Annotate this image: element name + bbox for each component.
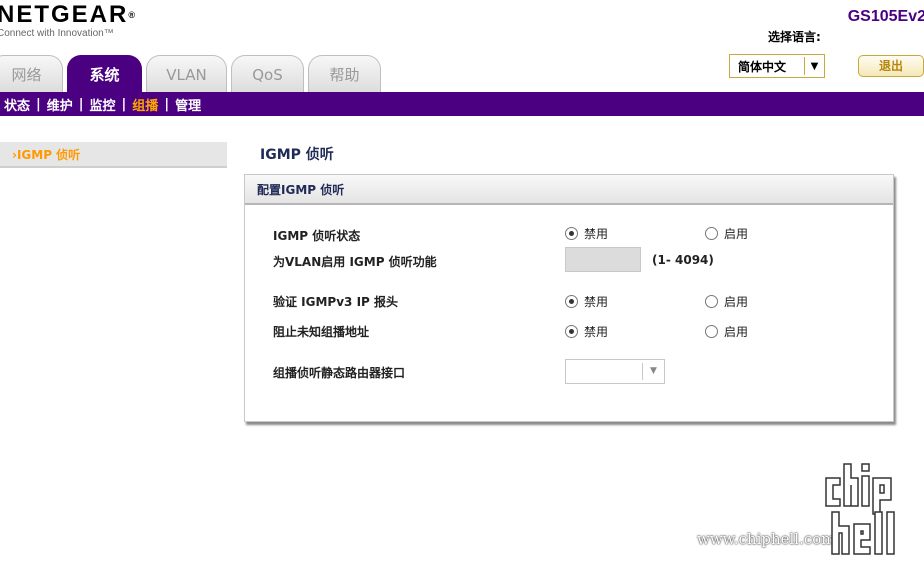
radio-label: 禁用 bbox=[584, 325, 609, 339]
vlan-enable-label: 为VLAN启用 IGMP 侦听功能 bbox=[273, 255, 437, 269]
block-unknown-disable-radio[interactable]: 禁用 bbox=[565, 323, 608, 340]
subnav-status[interactable]: 状态 bbox=[4, 95, 30, 114]
static-router-port-select[interactable]: ▼ bbox=[565, 359, 665, 384]
tab-vlan[interactable]: VLAN bbox=[146, 55, 227, 93]
igmp-status-enable-radio[interactable]: 启用 bbox=[705, 225, 748, 242]
tab-help[interactable]: 帮助 bbox=[308, 55, 381, 93]
radio-label: 禁用 bbox=[584, 227, 609, 241]
chiphell-watermark-logo bbox=[825, 463, 895, 555]
radio-unselected-icon[interactable] bbox=[705, 295, 718, 308]
tab-qos[interactable]: QoS bbox=[231, 55, 304, 93]
radio-selected-icon[interactable] bbox=[565, 295, 578, 308]
radio-unselected-icon[interactable] bbox=[705, 325, 718, 338]
subnav-separator: | bbox=[36, 96, 41, 112]
tab-system[interactable]: 系统 bbox=[67, 55, 142, 93]
sidebar-item-igmp-snooping[interactable]: ›IGMP 侦听 bbox=[0, 142, 227, 168]
validate-igmpv3-label: 验证 IGMPv3 IP 报头 bbox=[273, 295, 399, 309]
block-unknown-multicast-label: 阻止未知组播地址 bbox=[273, 325, 370, 339]
radio-label: 启用 bbox=[724, 295, 749, 309]
logo-text: NETGEAR bbox=[0, 1, 129, 28]
radio-label: 禁用 bbox=[584, 295, 609, 309]
igmp-status-disable-radio[interactable]: 禁用 bbox=[565, 225, 608, 242]
radio-label: 启用 bbox=[724, 325, 749, 339]
block-unknown-enable-radio[interactable]: 启用 bbox=[705, 323, 748, 340]
subnav-separator: | bbox=[121, 96, 127, 112]
vlan-range-hint: (1- 4094) bbox=[652, 253, 714, 267]
dropdown-arrow-icon[interactable]: ▼ bbox=[804, 57, 824, 75]
panel-title: 配置IGMP 侦听 bbox=[245, 175, 893, 205]
language-select[interactable]: 简体中文 ▼ bbox=[729, 54, 825, 78]
radio-selected-icon[interactable] bbox=[565, 325, 578, 338]
model-name: GS105Ev2 bbox=[847, 8, 924, 25]
logo-tagline: Connect with Innovation™ bbox=[0, 28, 114, 39]
igmp-config-panel: 配置IGMP 侦听 IGMP 侦听状态 禁用 启用 为VLAN启用 IGMP 侦… bbox=[244, 174, 894, 422]
sub-navigation-bar: 状态 | 维护 | 监控 | 组播 | 管理 bbox=[0, 92, 924, 116]
tab-network[interactable]: 网络 bbox=[0, 55, 63, 93]
radio-unselected-icon[interactable] bbox=[705, 227, 718, 240]
logo-registered-mark: ® bbox=[128, 10, 135, 20]
subnav-maintenance[interactable]: 维护 bbox=[47, 95, 73, 114]
validate-igmpv3-enable-radio[interactable]: 启用 bbox=[705, 293, 748, 310]
watermark-url: www.chiphell.com bbox=[697, 530, 836, 548]
validate-igmpv3-disable-radio[interactable]: 禁用 bbox=[565, 293, 608, 310]
language-label: 选择语言: bbox=[768, 30, 821, 44]
subnav-separator: | bbox=[164, 96, 170, 112]
logout-button[interactable]: 退出 bbox=[858, 55, 924, 77]
dropdown-arrow-icon[interactable]: ▼ bbox=[642, 363, 664, 380]
radio-label: 启用 bbox=[724, 227, 749, 241]
language-select-value: 简体中文 bbox=[738, 59, 787, 74]
subnav-management[interactable]: 管理 bbox=[175, 95, 201, 114]
igmp-status-label: IGMP 侦听状态 bbox=[273, 229, 361, 243]
vlan-id-input[interactable] bbox=[565, 247, 641, 272]
subnav-separator: | bbox=[78, 96, 84, 112]
subnav-multicast[interactable]: 组播 bbox=[132, 95, 158, 114]
radio-selected-icon[interactable] bbox=[565, 227, 578, 240]
page-title: IGMP 侦听 bbox=[260, 147, 334, 163]
netgear-logo: NETGEAR® Connect with Innovation™ bbox=[0, 2, 135, 40]
subnav-monitoring[interactable]: 监控 bbox=[90, 95, 116, 114]
static-router-port-label: 组播侦听静态路由器接口 bbox=[273, 366, 406, 380]
